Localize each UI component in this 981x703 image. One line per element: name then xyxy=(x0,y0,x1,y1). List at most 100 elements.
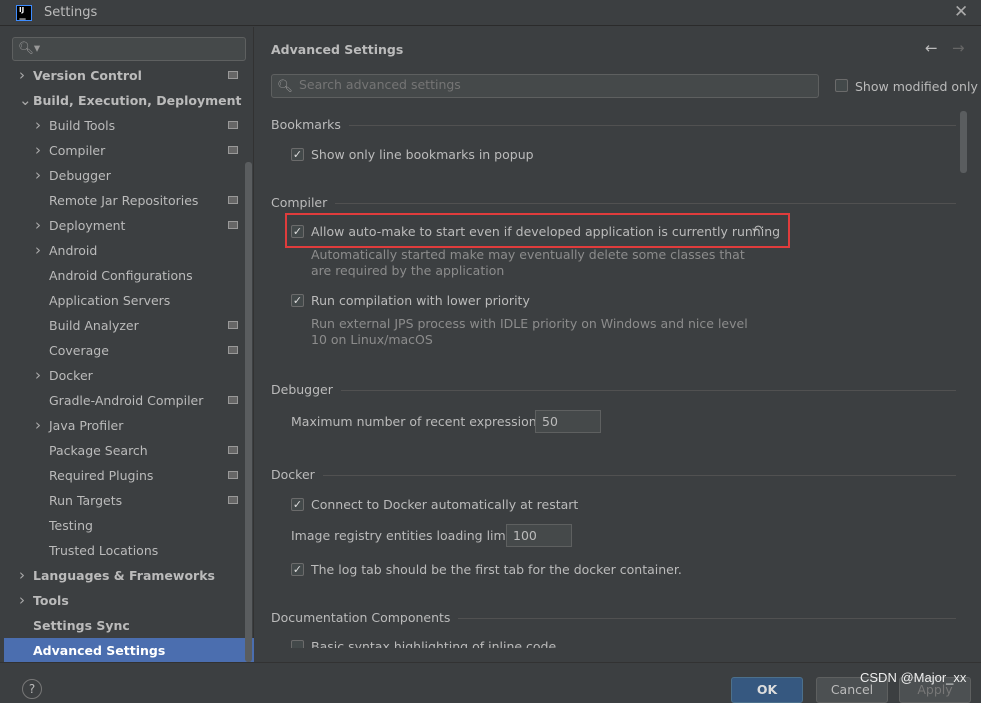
sidebar-item-label: Android xyxy=(49,243,98,258)
sidebar-item-label: Application Servers xyxy=(49,293,171,308)
project-level-icon xyxy=(228,196,238,204)
project-level-icon xyxy=(228,146,238,154)
registry-limit-label: Image registry entities loading limit: xyxy=(291,528,519,543)
sidebar-item-label: Package Search xyxy=(49,443,148,458)
sidebar-item[interactable]: Android Configurations xyxy=(4,263,244,288)
page-title: Advanced Settings xyxy=(271,42,404,57)
registry-limit-input[interactable]: 100 xyxy=(506,524,572,547)
ok-button[interactable]: OK xyxy=(731,677,803,703)
title-bar: IJ — Settings ✕ xyxy=(0,0,981,26)
chevron-right-icon[interactable]: › xyxy=(35,363,41,388)
sidebar-search-input[interactable]: 🔍︎▾ xyxy=(12,37,246,61)
sidebar-item-label: Debugger xyxy=(49,168,111,183)
sidebar-item-label: Coverage xyxy=(49,343,109,358)
search-icon: 🔍︎▾ xyxy=(18,40,41,55)
help-button[interactable]: ? xyxy=(22,679,42,699)
recent-expressions-input[interactable]: 50 xyxy=(535,410,601,433)
lower-priority-checkbox[interactable]: ✓ xyxy=(291,294,304,307)
docker-connect-checkbox[interactable]: ✓ xyxy=(291,498,304,511)
sidebar-item-label: Remote Jar Repositories xyxy=(49,193,199,208)
lower-priority-option: Run compilation with lower priority xyxy=(311,293,530,308)
docker-connect-option: Connect to Docker automatically at resta… xyxy=(311,497,579,512)
sidebar-item-label: Run Targets xyxy=(49,493,123,508)
inline-code-checkbox[interactable] xyxy=(291,640,304,648)
chevron-right-icon[interactable]: › xyxy=(19,63,25,88)
sidebar-item-label: Build Tools xyxy=(49,118,116,133)
chevron-right-icon[interactable]: › xyxy=(35,163,41,188)
sidebar-item[interactable]: › Android xyxy=(4,238,244,263)
search-input[interactable] xyxy=(299,77,799,92)
sidebar-item-label: Settings Sync xyxy=(33,618,130,633)
bookmarks-checkbox[interactable]: ✓ xyxy=(291,148,304,161)
sidebar-item[interactable]: ⌄ Build, Execution, Deployment xyxy=(4,88,244,113)
sidebar-item[interactable]: › Deployment xyxy=(4,213,244,238)
docker-log-tab-checkbox[interactable]: ✓ xyxy=(291,563,304,576)
sidebar-item[interactable]: › Compiler xyxy=(4,138,244,163)
sidebar-item-label: Build, Execution, Deployment xyxy=(33,93,242,108)
sidebar-item[interactable]: › Version Control xyxy=(4,63,244,88)
sidebar-item[interactable]: › Debugger xyxy=(4,163,244,188)
sidebar-item[interactable]: › Tools xyxy=(4,588,244,613)
dialog-footer: ? OK Cancel Apply xyxy=(0,662,981,703)
sidebar-item-label: Required Plugins xyxy=(49,468,154,483)
sidebar-item-label: Languages & Frameworks xyxy=(33,568,215,583)
sidebar-item[interactable]: Coverage xyxy=(4,338,244,363)
sidebar-item[interactable]: Required Plugins xyxy=(4,463,244,488)
search-icon: 🔍︎ xyxy=(277,78,293,93)
auto-make-checkbox[interactable]: ✓ xyxy=(291,225,304,238)
sidebar-item[interactable]: Trusted Locations xyxy=(4,538,244,563)
sidebar-item-label: Android Configurations xyxy=(49,268,193,283)
chevron-right-icon[interactable]: › xyxy=(19,563,25,588)
sidebar-item-label: Version Control xyxy=(33,68,142,83)
sidebar-item-label: Build Analyzer xyxy=(49,318,139,333)
bookmarks-option: Show only line bookmarks in popup xyxy=(311,147,534,162)
chevron-right-icon[interactable]: › xyxy=(35,238,41,263)
sidebar-item[interactable]: Build Analyzer xyxy=(4,313,244,338)
section-bookmarks: Bookmarks xyxy=(271,117,956,133)
project-level-icon xyxy=(228,71,238,79)
close-icon[interactable]: ✕ xyxy=(954,2,968,22)
sidebar-item[interactable]: Remote Jar Repositories xyxy=(4,188,244,213)
chevron-right-icon[interactable]: › xyxy=(35,213,41,238)
sidebar-item[interactable]: Testing xyxy=(4,513,244,538)
sidebar-item[interactable]: › Docker xyxy=(4,363,244,388)
chevron-right-icon[interactable]: › xyxy=(35,113,41,138)
chevron-right-icon[interactable]: › xyxy=(35,138,41,163)
sidebar-item[interactable]: Package Search xyxy=(4,438,244,463)
sidebar-item-label: Deployment xyxy=(49,218,126,233)
chevron-right-icon[interactable]: › xyxy=(35,413,41,438)
show-modified-checkbox[interactable] xyxy=(835,79,848,92)
chevron-down-icon[interactable]: ⌄ xyxy=(19,88,32,113)
sidebar-item-label: Advanced Settings xyxy=(33,643,166,658)
watermark: CSDN @Major_xx xyxy=(860,670,967,685)
project-level-icon xyxy=(228,446,238,454)
sidebar-item[interactable]: Run Targets xyxy=(4,488,244,513)
search-advanced-settings[interactable]: 🔍︎ xyxy=(271,74,819,98)
project-level-icon xyxy=(228,496,238,504)
inline-code-option: Basic syntax highlighting of inline code xyxy=(311,640,557,648)
section-documentation: Documentation Components xyxy=(271,610,956,626)
sidebar-scrollbar[interactable] xyxy=(245,162,252,662)
section-debugger: Debugger xyxy=(271,382,956,398)
sidebar-item[interactable]: Advanced Settings xyxy=(4,638,254,663)
sidebar-item[interactable]: Settings Sync xyxy=(4,613,244,638)
project-level-icon xyxy=(228,221,238,229)
back-arrow-icon[interactable]: ← xyxy=(925,39,938,57)
project-level-icon xyxy=(228,396,238,404)
sidebar-item[interactable]: › Languages & Frameworks xyxy=(4,563,244,588)
recent-expressions-label: Maximum number of recent expressions: xyxy=(291,414,548,429)
project-level-icon xyxy=(228,471,238,479)
sidebar-item-label: Trusted Locations xyxy=(49,543,159,558)
reset-icon[interactable]: ↶ xyxy=(752,222,762,237)
project-level-icon xyxy=(228,346,238,354)
chevron-right-icon[interactable]: › xyxy=(19,588,25,613)
docker-log-tab-option: The log tab should be the first tab for … xyxy=(311,562,682,577)
sidebar-item[interactable]: › Java Profiler xyxy=(4,413,244,438)
sidebar-item[interactable]: › Build Tools xyxy=(4,113,244,138)
sidebar-item[interactable]: Application Servers xyxy=(4,288,244,313)
forward-arrow-icon[interactable]: → xyxy=(952,39,965,57)
sidebar-item[interactable]: Gradle-Android Compiler xyxy=(4,388,244,413)
section-compiler: Compiler xyxy=(271,195,956,211)
main-scrollbar[interactable] xyxy=(960,111,967,173)
sidebar-item-label: Gradle-Android Compiler xyxy=(49,393,204,408)
